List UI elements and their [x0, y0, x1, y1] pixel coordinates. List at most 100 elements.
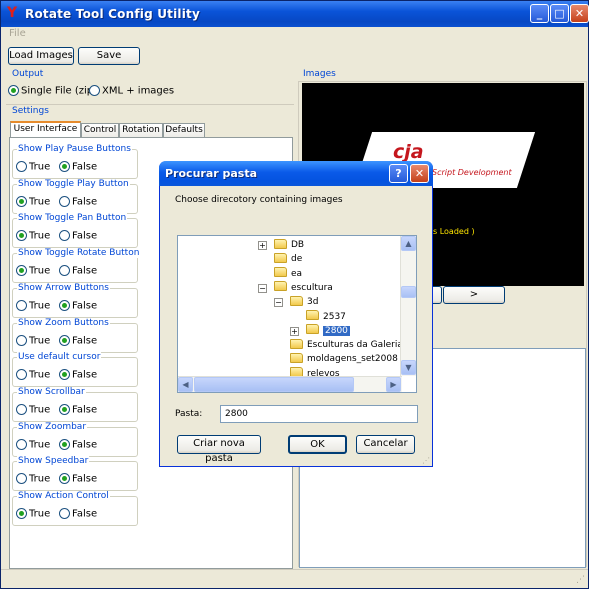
radio-selected-icon	[59, 403, 70, 415]
setting-group-title: Show Arrow Buttons	[17, 282, 110, 293]
folder-tree[interactable]: + DB de ea − escultura −3d 2537 +2800 Esculturas …	[177, 235, 417, 393]
option-false[interactable]: False	[59, 508, 97, 520]
radio-unselected-icon	[89, 85, 100, 96]
option-false[interactable]: False	[59, 299, 97, 311]
option-true[interactable]: True	[16, 334, 50, 346]
images-label: Images	[303, 69, 336, 79]
tab-user-interface[interactable]: User Interface	[10, 121, 81, 138]
setting-group: Show Toggle Rotate Button True False	[12, 248, 141, 284]
next-image-button[interactable]: >	[443, 286, 505, 304]
output-label: Output	[12, 69, 44, 79]
tree-node[interactable]: − 3d	[274, 295, 318, 309]
cancel-button[interactable]: Cancelar	[356, 435, 415, 454]
ok-button[interactable]: OK	[288, 435, 347, 454]
horizontal-scroll-thumb[interactable]	[194, 377, 354, 392]
tab-rotation[interactable]: Rotation	[119, 123, 163, 138]
scroll-right-button[interactable]: ▶	[386, 377, 401, 392]
radio-selected-icon	[16, 265, 27, 277]
resize-grip-icon[interactable]: ⋰	[576, 575, 585, 585]
option-true[interactable]: True	[16, 230, 50, 242]
dialog-resize-grip-icon[interactable]: ⋰	[422, 456, 430, 465]
folder-icon	[306, 324, 319, 335]
tree-node[interactable]: + DB	[258, 238, 304, 252]
collapse-icon[interactable]: −	[274, 298, 283, 308]
setting-group-title: Show Toggle Pan Button	[17, 213, 128, 224]
new-folder-button[interactable]: Criar nova pasta	[177, 435, 261, 464]
option-false[interactable]: False	[59, 195, 97, 207]
option-false[interactable]: False	[59, 438, 97, 450]
maximize-button[interactable]: □	[550, 4, 569, 23]
preview-logo-subtext: Script Development	[432, 168, 512, 177]
settings-label: Settings	[12, 106, 49, 116]
dialog-title-bar[interactable]: Procurar pasta ? ✕	[159, 161, 433, 186]
folder-icon	[274, 281, 287, 292]
tree-node-label: de	[291, 254, 303, 265]
setting-group-title: Show Play Pause Buttons	[17, 144, 132, 154]
tree-node[interactable]: +2800	[290, 324, 350, 338]
folder-icon	[306, 310, 319, 320]
tab-defaults[interactable]: Defaults	[163, 123, 205, 138]
option-true[interactable]: True	[16, 473, 50, 485]
tree-node[interactable]: moldagens_set2008	[290, 352, 398, 366]
radio-unselected-icon	[16, 403, 27, 415]
scroll-up-button[interactable]: ▲	[401, 236, 416, 251]
tree-node[interactable]: Esculturas da Galeria d	[290, 338, 411, 352]
preview-logo-text: cja	[393, 141, 424, 163]
scroll-down-button[interactable]: ▼	[401, 360, 416, 375]
option-true[interactable]: True	[16, 265, 50, 277]
scroll-thumb[interactable]	[401, 286, 416, 298]
tab-control[interactable]: Control	[81, 123, 119, 138]
collapse-icon[interactable]: −	[258, 283, 267, 293]
horizontal-scrollbar[interactable]: ◀ ▶	[178, 376, 402, 392]
option-false[interactable]: False	[59, 230, 97, 242]
radio-selected-icon	[59, 299, 70, 311]
tree-node-label: 2800	[323, 325, 350, 336]
menu-bar: File	[1, 27, 588, 43]
scroll-left-button[interactable]: ◀	[178, 377, 193, 392]
minimize-button[interactable]: _	[530, 4, 549, 23]
option-true[interactable]: True	[16, 195, 50, 207]
option-true[interactable]: True	[16, 161, 50, 173]
expand-icon[interactable]: +	[290, 326, 299, 336]
radio-selected-icon	[59, 334, 70, 346]
folder-icon	[274, 267, 287, 278]
save-button[interactable]: Save	[78, 47, 140, 65]
option-true[interactable]: True	[16, 508, 50, 520]
tree-node[interactable]: − escultura	[258, 281, 333, 295]
radio-selected-icon	[16, 230, 27, 242]
option-true[interactable]: True	[16, 438, 50, 450]
radio-unselected-icon	[59, 265, 70, 277]
load-images-button[interactable]: Load Images	[8, 47, 74, 65]
option-true[interactable]: True	[16, 403, 50, 415]
dialog-close-button[interactable]: ✕	[410, 164, 429, 183]
tree-node[interactable]: ea	[274, 267, 302, 281]
output-option-xml[interactable]: XML + images	[89, 85, 174, 97]
option-true[interactable]: True	[16, 369, 50, 381]
menu-file[interactable]: File	[9, 28, 26, 39]
radio-selected-icon	[16, 508, 27, 519]
option-false[interactable]: False	[59, 473, 97, 485]
window-title: Rotate Tool Config Utility	[25, 7, 201, 21]
vertical-scrollbar[interactable]: ▲ ▼	[400, 236, 416, 376]
close-button[interactable]: ✕	[570, 4, 589, 23]
title-bar[interactable]: Y Rotate Tool Config Utility _ □ ✕	[1, 1, 589, 27]
tree-node-label: moldagens_set2008	[307, 354, 398, 365]
tree-node[interactable]: de	[274, 252, 302, 266]
option-false[interactable]: False	[59, 265, 97, 277]
option-false[interactable]: False	[59, 369, 97, 381]
radio-selected-icon	[16, 195, 27, 207]
tree-node[interactable]: 2537	[306, 310, 346, 324]
dialog-help-button[interactable]: ?	[389, 164, 408, 183]
option-false[interactable]: False	[59, 334, 97, 346]
output-option-single[interactable]: Single File (zip)	[8, 85, 97, 97]
radio-unselected-icon	[16, 369, 27, 381]
radio-selected-icon	[59, 161, 70, 172]
divider	[6, 104, 294, 105]
option-true[interactable]: True	[16, 299, 50, 311]
setting-group: Show Zoombar True False	[12, 421, 138, 457]
option-false[interactable]: False	[59, 161, 97, 173]
option-false[interactable]: False	[59, 403, 97, 415]
folder-icon	[290, 352, 303, 363]
expand-icon[interactable]: +	[258, 241, 267, 250]
folder-input[interactable]: 2800	[220, 405, 418, 423]
